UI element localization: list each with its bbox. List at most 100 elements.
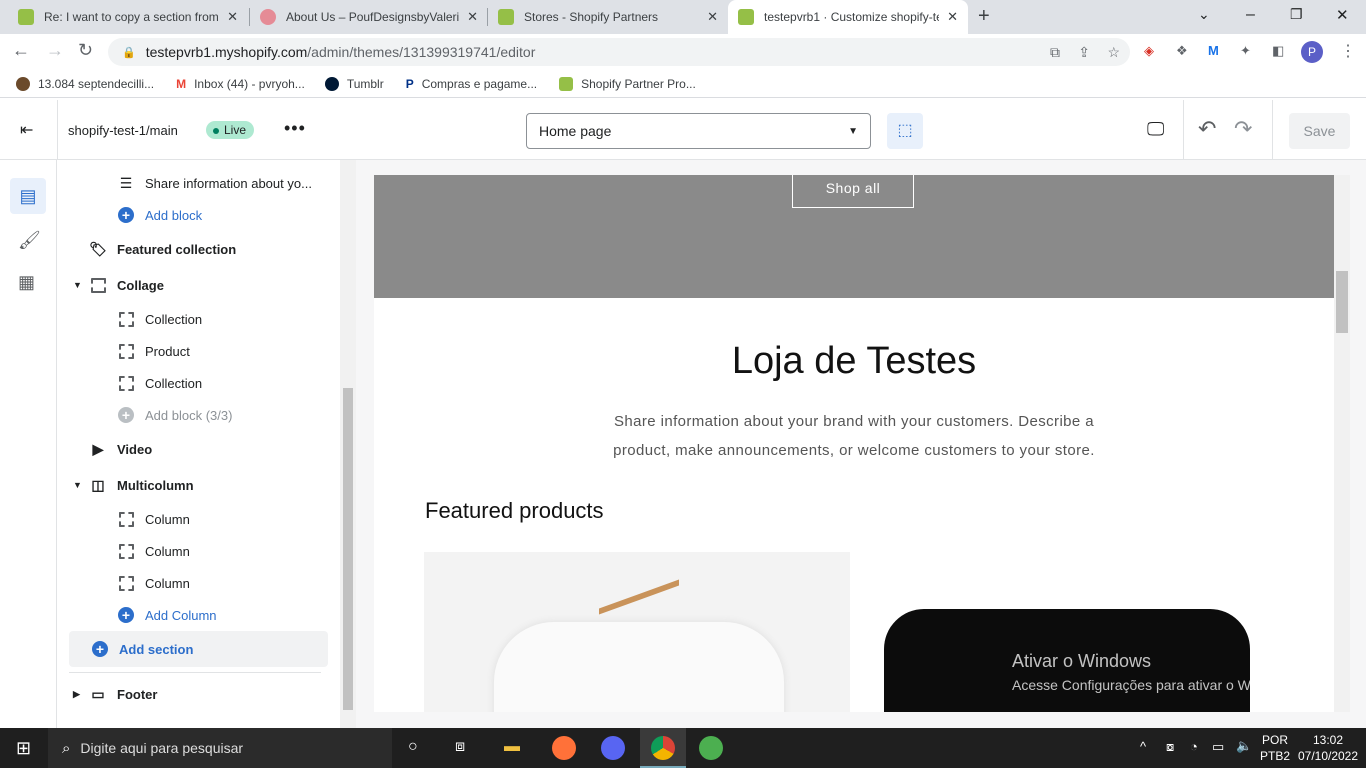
add-section-button[interactable]: + Add section [69, 631, 328, 667]
close-icon[interactable]: ✕ [227, 9, 238, 25]
plus-circle-icon: + [118, 607, 134, 623]
shopify-icon [498, 9, 514, 25]
block-item[interactable]: ☰ Share information about yo... [57, 167, 340, 199]
block-item[interactable]: Column [57, 567, 340, 599]
tumblr-icon [324, 76, 339, 91]
section-collage[interactable]: ▼ Collage [57, 269, 340, 301]
battery-icon[interactable]: ▭ [1212, 739, 1224, 755]
lock-icon: 🔒 [122, 46, 136, 59]
block-item[interactable]: Product [57, 335, 340, 367]
app-icon[interactable] [699, 736, 723, 760]
chrome-taskbar-button[interactable] [640, 728, 686, 768]
footer-icon: ▭ [91, 685, 105, 702]
save-button[interactable]: Save [1289, 113, 1350, 149]
tab-search-icon[interactable]: ⌄ [1198, 6, 1210, 23]
translate-icon[interactable]: ⧉ [1050, 44, 1060, 61]
tray-chevron-icon[interactable]: ^ [1140, 739, 1146, 754]
share-icon[interactable]: ⇪ [1078, 44, 1090, 61]
redo-icon[interactable]: ↷ [1234, 116, 1252, 142]
section-footer[interactable]: ▶ ▭ Footer [57, 678, 340, 710]
maximize-button[interactable]: ❐ [1290, 6, 1303, 23]
inspector-toggle-icon[interactable]: ⬚ [887, 113, 923, 149]
editor-rail: ▤ 🖌 ▦ [0, 160, 57, 728]
sections-icon[interactable]: ▤ [10, 178, 46, 214]
extension-icon[interactable]: ◈ [1144, 43, 1154, 59]
url-input[interactable]: 🔒 testepvrb1.myshopify.com/admin/themes/… [108, 38, 1130, 66]
desktop-view-icon[interactable]: 🖵 [1147, 119, 1164, 140]
volume-icon[interactable]: 🔈 [1236, 738, 1252, 754]
malwarebytes-icon[interactable]: M [1208, 43, 1219, 58]
close-icon[interactable]: ✕ [467, 9, 478, 25]
discord-icon[interactable] [601, 736, 625, 760]
close-icon[interactable]: ✕ [707, 9, 718, 25]
back-icon[interactable]: ← [12, 40, 30, 61]
profile-avatar[interactable]: P [1301, 41, 1323, 63]
search-icon: ⌕ [62, 739, 71, 757]
block-item[interactable]: Collection [57, 367, 340, 399]
block-item[interactable]: Column [57, 535, 340, 567]
bookmark[interactable]: 13.084 septendecilli... [16, 76, 154, 91]
bookmark[interactable]: M Inbox (44) - pvryoh... [176, 77, 305, 91]
section-multicolumn[interactable]: ▼ ◫ Multicolumn [57, 469, 340, 501]
add-block-button[interactable]: + Add block [57, 199, 340, 231]
shop-all-button[interactable]: Shop all [792, 175, 914, 208]
puzzle-icon[interactable]: ✦ [1240, 43, 1251, 59]
close-icon[interactable]: ✕ [947, 9, 958, 25]
browser-tab[interactable]: Re: I want to copy a section from ✕ [8, 0, 248, 34]
camera-icon[interactable]: ⧇ [1166, 739, 1174, 755]
shopify-icon [738, 9, 754, 25]
product-card-image[interactable] [424, 552, 850, 712]
bookmark[interactable]: Tumblr [324, 76, 384, 91]
sections-sidebar: ☰ Share information about yo... + Add bloc… [57, 160, 340, 728]
reload-icon[interactable]: ↻ [78, 40, 93, 61]
page-select[interactable]: Home page ▼ [526, 113, 871, 149]
rich-text-line: Share information about your brand with … [614, 413, 1094, 430]
caret-down-icon: ▼ [73, 480, 82, 490]
side-panel-icon[interactable]: ◧ [1272, 43, 1284, 59]
block-item[interactable]: Column [57, 503, 340, 535]
wifi-icon[interactable]: ◔ [1190, 739, 1198, 754]
minimize-button[interactable]: – [1246, 6, 1255, 24]
undo-icon[interactable]: ↶ [1198, 116, 1216, 142]
section-featured-collection[interactable]: 🏷 Featured collection [57, 233, 340, 265]
menu-icon[interactable]: ⋮ [1340, 41, 1356, 61]
shopify-icon [559, 76, 574, 91]
collage-icon [90, 277, 106, 293]
exit-icon[interactable]: ⇤ [20, 120, 33, 140]
widgets-icon[interactable]: ⧈ [455, 738, 465, 756]
taskbar-search[interactable]: ⌕ Digite aqui para pesquisar [48, 728, 392, 768]
section-video[interactable]: ▶ Video [57, 433, 340, 465]
more-actions-button[interactable]: ••• [284, 118, 306, 139]
forward-icon[interactable]: → [46, 40, 64, 61]
clock[interactable]: 13:02 07/10/2022 [1296, 732, 1360, 764]
shopify-icon [18, 9, 34, 25]
preview-scrollbar[interactable] [1334, 175, 1350, 712]
close-window-button[interactable]: ✕ [1336, 6, 1349, 24]
browser-tab[interactable]: About Us – PoufDesignsbyValerie ✕ [250, 0, 488, 34]
live-badge: Live [206, 121, 255, 139]
gmail-icon: M [176, 76, 187, 91]
text-icon: ☰ [119, 174, 133, 191]
theme-settings-brush-icon[interactable]: 🖌 [18, 230, 41, 251]
bookmark[interactable]: Shopify Partner Pro... [559, 76, 696, 91]
caret-down-icon: ▼ [73, 280, 82, 290]
bookmark-star-icon[interactable]: ☆ [1107, 44, 1120, 61]
firefox-icon[interactable] [552, 736, 576, 760]
block-item[interactable]: Collection [57, 303, 340, 335]
rich-text-line: product, make announcements, or welcome … [613, 442, 1095, 459]
bookmark[interactable]: P Compras e pagame... [406, 77, 537, 91]
task-view-icon[interactable]: ○ [408, 738, 418, 756]
plus-circle-icon: + [118, 407, 134, 423]
file-explorer-icon[interactable]: ▬ [504, 738, 520, 756]
windows-start-icon[interactable]: ⊞ [16, 738, 31, 759]
new-tab-button[interactable]: + [978, 5, 990, 28]
tag-icon: 🏷 [89, 240, 107, 257]
language-indicator[interactable]: POR PTB2 [1260, 732, 1290, 764]
block-icon [118, 375, 134, 391]
browser-tab[interactable]: Stores - Shopify Partners ✕ [488, 0, 728, 34]
extension-icon[interactable]: ❖ [1176, 43, 1188, 59]
add-column-button[interactable]: + Add Column [57, 599, 340, 631]
browser-tab-active[interactable]: testepvrb1 · Customize shopify-te ✕ [728, 0, 968, 34]
apps-icon[interactable]: ▦ [18, 272, 35, 293]
sidebar-scrollbar[interactable] [340, 160, 356, 728]
